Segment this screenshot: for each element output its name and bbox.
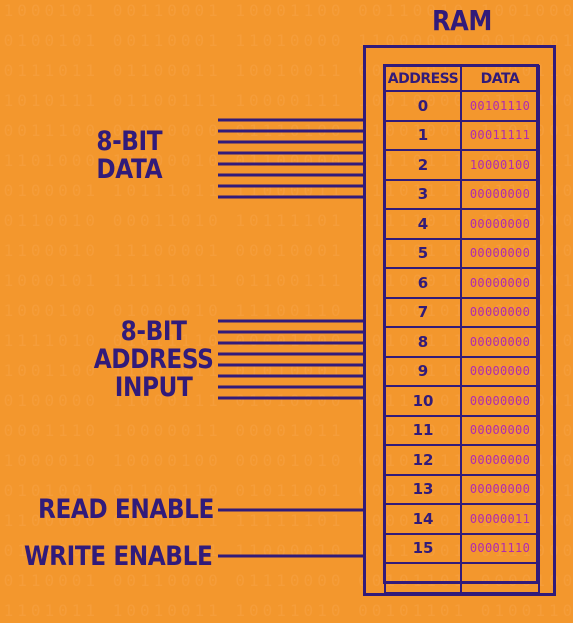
data-cell: 00000000	[460, 237, 540, 269]
data-cell: 00000000	[460, 267, 540, 299]
memory-table: ADDRESS DATA 0 00101110 1 00011111 2 10000100…	[384, 65, 540, 594]
address-cell: 7	[384, 296, 462, 328]
address-cell: 11	[384, 414, 462, 446]
data-cell: 00000000	[460, 178, 540, 210]
data-cell: 00000000	[460, 355, 540, 387]
data-cell: 00000000	[460, 473, 540, 505]
table-row: 6 00000000	[384, 267, 540, 299]
table-row: 8 00000000	[384, 326, 540, 358]
address-cell: 2	[384, 149, 462, 181]
table-row: 5 00000000	[384, 237, 540, 269]
table-row: 0 00101110	[384, 90, 540, 122]
address-cell: 14	[384, 503, 462, 535]
table-row: 1 00011111	[384, 119, 540, 151]
data-cell: 00000000	[460, 326, 540, 358]
table-row: 3 00000000	[384, 178, 540, 210]
table-row: 9 00000000	[384, 355, 540, 387]
address-cell: 15	[384, 532, 462, 564]
table-row: 7 00000000	[384, 296, 540, 328]
data-cell: 00000011	[460, 503, 540, 535]
memory-table-header-row: ADDRESS DATA	[384, 65, 540, 92]
ram-diagram: 01000101 00110001 10001100 00110010 1001…	[0, 0, 573, 623]
address-cell: 1	[384, 119, 462, 151]
data-cell: 00000000	[460, 208, 540, 240]
table-row: 14 00000011	[384, 503, 540, 535]
data-cell: 00101110	[460, 90, 540, 122]
data-column-header: DATA	[460, 65, 540, 92]
address-cell: 5	[384, 237, 462, 269]
table-row	[384, 562, 540, 594]
address-cell: 0	[384, 90, 462, 122]
data-cell: 00011111	[460, 119, 540, 151]
data-cell	[460, 562, 540, 594]
address-column-header: ADDRESS	[384, 65, 462, 92]
address-cell: 3	[384, 178, 462, 210]
data-cell: 00000000	[460, 444, 540, 476]
table-row: 10 00000000	[384, 385, 540, 417]
table-row: 4 00000000	[384, 208, 540, 240]
table-row: 15 00001110	[384, 532, 540, 564]
address-cell: 12	[384, 444, 462, 476]
data-cell: 00000000	[460, 414, 540, 446]
data-cell: 10000100	[460, 149, 540, 181]
address-cell: 10	[384, 385, 462, 417]
data-bus-wires	[218, 118, 365, 199]
address-cell: 9	[384, 355, 462, 387]
data-cell: 00001110	[460, 532, 540, 564]
table-row: 13 00000000	[384, 473, 540, 505]
address-cell: 8	[384, 326, 462, 358]
memory-table-body: 0 00101110 1 00011111 2 10000100 3 00000000 4 000…	[384, 90, 540, 594]
table-row: 12 00000000	[384, 444, 540, 476]
table-row: 11 00000000	[384, 414, 540, 446]
table-row: 2 10000100	[384, 149, 540, 181]
data-cell: 00000000	[460, 385, 540, 417]
data-cell: 00000000	[460, 296, 540, 328]
address-cell	[384, 562, 462, 594]
address-bus-wires	[218, 319, 365, 400]
address-cell: 13	[384, 473, 462, 505]
address-cell: 6	[384, 267, 462, 299]
address-cell: 4	[384, 208, 462, 240]
